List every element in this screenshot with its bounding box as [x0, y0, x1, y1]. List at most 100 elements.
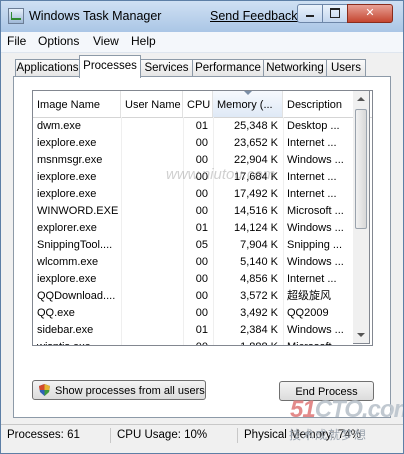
minimize-icon — [306, 15, 314, 17]
process-cpu-cell: 01 — [195, 120, 208, 132]
process-image-cell: dwm.exe — [37, 120, 82, 132]
process-row[interactable]: SnippingTool.... 05 7,904 K Snipping ... — [33, 237, 372, 254]
menu-file[interactable]: File — [7, 34, 26, 48]
process-memory-cell: 5,140 K — [240, 256, 278, 268]
tab-performance[interactable]: Performance — [192, 59, 264, 77]
show-all-processes-label: Show processes from all users — [55, 385, 205, 397]
process-row[interactable]: QQ.exe 00 3,492 K QQ2009 — [33, 305, 372, 322]
process-cpu-cell: 00 — [195, 256, 208, 268]
tab-applications[interactable]: Applications — [15, 59, 80, 77]
process-user-cell — [121, 203, 183, 220]
tab-networking[interactable]: Networking — [263, 59, 327, 77]
process-row[interactable]: iexplore.exe 00 17,492 K Internet ... — [33, 186, 372, 203]
process-user-cell — [121, 322, 183, 339]
status-cpu-usage: CPU Usage: 10% — [117, 429, 208, 441]
chevron-down-icon — [357, 333, 365, 337]
chevron-up-icon — [357, 97, 365, 101]
close-icon: ✕ — [365, 7, 375, 19]
send-feedback-link[interactable]: Send Feedback — [210, 9, 298, 23]
maximize-icon — [330, 8, 340, 18]
logo-number: 51 — [290, 396, 316, 423]
column-memory-label: Memory (... — [217, 99, 273, 111]
process-cpu-cell: 00 — [195, 205, 208, 217]
status-divider — [237, 428, 238, 443]
sort-descending-icon — [243, 91, 252, 95]
menu-help[interactable]: Help — [131, 34, 156, 48]
center-watermark: www.niutou.com — [166, 166, 276, 183]
menu-view[interactable]: View — [93, 34, 119, 48]
show-all-processes-button[interactable]: Show processes from all users — [32, 380, 206, 400]
process-cpu-cell: 01 — [195, 324, 208, 336]
process-cpu-cell: 00 — [183, 339, 213, 345]
process-image-cell: iexplore.exe — [37, 137, 97, 149]
process-user-cell — [121, 271, 183, 288]
process-memory-cell: 14,516 K — [233, 205, 278, 217]
process-user-cell — [121, 254, 183, 271]
process-user-cell — [121, 305, 183, 322]
menu-options[interactable]: Options — [38, 34, 79, 48]
logo-watermark: 51CTO.com — [290, 396, 403, 424]
status-divider — [110, 428, 111, 443]
process-image-cell: SnippingTool.... — [37, 239, 113, 251]
process-image-cell: QQ.exe — [37, 307, 75, 319]
task-manager-window: Windows Task Manager Send Feedback ✕ Fil… — [0, 0, 404, 454]
title-bar[interactable]: Windows Task Manager Send Feedback ✕ — [1, 1, 403, 33]
process-image-cell: WINWORD.EXE — [37, 205, 119, 217]
task-manager-icon — [8, 8, 24, 24]
process-image-cell: sidebar.exe — [37, 324, 94, 336]
process-row[interactable]: sidebar.exe 01 2,384 K Windows ... — [33, 322, 372, 339]
process-cpu-cell: 01 — [195, 222, 208, 234]
menu-bar: File Options View Help — [1, 32, 403, 53]
minimize-button[interactable] — [297, 4, 323, 23]
processes-panel: Image Name User Name CPU Memory (... Des… — [13, 76, 391, 418]
process-image-cell: wisptis.exe — [33, 339, 121, 345]
scroll-up-button[interactable] — [353, 91, 369, 107]
maximize-button[interactable] — [322, 4, 348, 23]
close-button[interactable]: ✕ — [347, 4, 393, 23]
process-memory-cell: 7,904 K — [240, 239, 278, 251]
process-row[interactable]: dwm.exe 01 25,348 K Desktop ... — [33, 118, 372, 135]
column-user-name[interactable]: User Name — [121, 91, 183, 117]
scroll-thumb[interactable] — [355, 109, 367, 229]
process-cpu-cell: 00 — [195, 273, 208, 285]
process-image-cell: explorer.exe — [37, 222, 97, 234]
process-list-scrollbar[interactable] — [353, 90, 370, 344]
process-memory-cell: 17,492 K — [233, 188, 278, 200]
process-memory-cell: 23,652 K — [233, 137, 278, 149]
tab-users[interactable]: Users — [326, 59, 366, 77]
process-user-cell — [121, 237, 183, 254]
process-image-cell: wlcomm.exe — [37, 256, 99, 268]
process-row[interactable]: WINWORD.EXE 00 14,516 K Microsoft ... — [33, 203, 372, 220]
status-processes: Processes: 61 — [7, 429, 80, 441]
tab-services[interactable]: Services — [140, 59, 193, 77]
process-row[interactable]: iexplore.exe 00 4,856 K Internet ... — [33, 271, 372, 288]
process-cpu-cell: 00 — [195, 137, 208, 149]
process-memory-cell: 2,384 K — [240, 324, 278, 336]
process-memory-cell: 3,492 K — [240, 307, 278, 319]
process-user-cell — [121, 288, 183, 305]
process-cpu-cell: 00 — [195, 290, 208, 302]
process-image-cell: QQDownload.... — [37, 290, 116, 302]
column-memory[interactable]: Memory (... — [213, 91, 283, 117]
process-user-cell — [121, 220, 183, 237]
tab-processes[interactable]: Processes — [79, 55, 141, 78]
process-list[interactable]: Image Name User Name CPU Memory (... Des… — [32, 90, 373, 346]
column-cpu[interactable]: CPU — [183, 91, 213, 117]
process-memory-cell: 3,572 K — [240, 290, 278, 302]
process-row[interactable]: QQDownload.... 00 3,572 K 超级旋风 — [33, 288, 372, 305]
column-image-name[interactable]: Image Name — [33, 91, 121, 117]
process-memory-cell: 25,348 K — [233, 120, 278, 132]
process-list-header: Image Name User Name CPU Memory (... Des… — [33, 91, 372, 118]
process-memory-cell: 4,856 K — [240, 273, 278, 285]
process-user-cell — [121, 186, 183, 203]
process-row[interactable]: wisptis.exe001,888 KMicrosoft ... — [33, 339, 372, 345]
scroll-down-button[interactable] — [353, 327, 369, 343]
process-row[interactable]: wlcomm.exe 00 5,140 K Windows ... — [33, 254, 372, 271]
process-user-cell — [121, 135, 183, 152]
process-cpu-cell: 00 — [195, 188, 208, 200]
process-memory-cell: 1,888 K — [213, 339, 283, 345]
process-image-cell: iexplore.exe — [37, 171, 97, 183]
process-row[interactable]: iexplore.exe 00 23,652 K Internet ... — [33, 135, 372, 152]
process-image-cell: msnmsgr.exe — [37, 154, 103, 166]
process-row[interactable]: explorer.exe 01 14,124 K Windows ... — [33, 220, 372, 237]
